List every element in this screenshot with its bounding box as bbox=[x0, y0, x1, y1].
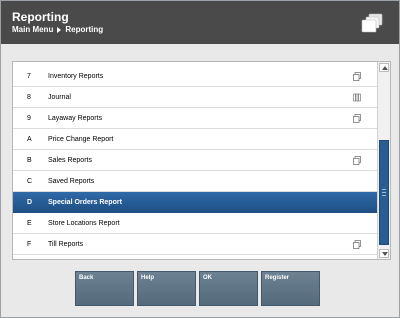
row-key: E bbox=[27, 219, 32, 227]
list-item-selected[interactable]: D Special Orders Report bbox=[13, 192, 377, 213]
scroll-up-button[interactable] bbox=[379, 63, 389, 72]
list-item[interactable]: C Saved Reports bbox=[13, 171, 377, 192]
list-item[interactable]: F Till Reports bbox=[13, 234, 377, 255]
grip-icon bbox=[382, 189, 386, 198]
report-rows: 7 Inventory Reports 8 Journal 9 Layaway … bbox=[13, 66, 377, 255]
folder-icon bbox=[353, 156, 361, 165]
folder-icon bbox=[353, 240, 361, 249]
register-button[interactable]: Register bbox=[261, 271, 320, 306]
list-item[interactable]: B Sales Reports bbox=[13, 150, 377, 171]
list-item[interactable]: 7 Inventory Reports bbox=[13, 66, 377, 87]
row-key: C bbox=[27, 177, 33, 185]
row-label: Saved Reports bbox=[48, 177, 95, 185]
list-item[interactable]: 9 Layaway Reports bbox=[13, 108, 377, 129]
row-label: Inventory Reports bbox=[48, 72, 104, 80]
row-label: Sales Reports bbox=[48, 156, 92, 164]
row-label: Till Reports bbox=[48, 240, 84, 248]
scrollbar-thumb[interactable] bbox=[379, 140, 389, 245]
page-title: Reporting bbox=[12, 10, 69, 24]
folders-icon bbox=[361, 13, 383, 33]
row-label: Store Locations Report bbox=[48, 219, 120, 227]
row-key: D bbox=[27, 198, 33, 206]
row-key: 9 bbox=[27, 114, 31, 122]
breadcrumb-reporting: Reporting bbox=[65, 25, 104, 34]
chevron-right-icon bbox=[57, 27, 62, 33]
row-key: 8 bbox=[27, 93, 31, 101]
header-bar: Reporting Main Menu Reporting bbox=[1, 1, 399, 44]
help-button[interactable]: Help bbox=[137, 271, 196, 306]
report-list: 7 Inventory Reports 8 Journal 9 Layaway … bbox=[12, 61, 391, 260]
row-label: Layaway Reports bbox=[48, 114, 103, 122]
row-label: Journal bbox=[48, 93, 71, 101]
list-item[interactable]: E Store Locations Report bbox=[13, 213, 377, 234]
list-item[interactable]: 8 Journal bbox=[13, 87, 377, 108]
back-button[interactable]: Back bbox=[75, 271, 134, 306]
row-key: 7 bbox=[27, 72, 31, 80]
breadcrumb-main-menu[interactable]: Main Menu bbox=[12, 25, 53, 35]
list-item[interactable]: A Price Change Report bbox=[13, 129, 377, 150]
breadcrumb: Main Menu Reporting bbox=[12, 25, 103, 35]
row-key: B bbox=[27, 156, 32, 164]
folder-icon bbox=[353, 72, 361, 81]
journal-icon bbox=[353, 93, 361, 102]
vertical-scrollbar[interactable] bbox=[377, 62, 390, 259]
row-key: F bbox=[27, 240, 32, 248]
ok-button[interactable]: OK bbox=[199, 271, 258, 306]
row-label: Special Orders Report bbox=[48, 198, 122, 206]
row-key: A bbox=[27, 135, 32, 143]
app-window: Reporting Main Menu Reporting 7 Inventor… bbox=[0, 0, 400, 318]
button-bar: Back Help OK Register bbox=[75, 271, 320, 306]
folder-icon bbox=[353, 114, 361, 123]
scroll-down-button[interactable] bbox=[379, 249, 389, 258]
row-label: Price Change Report bbox=[48, 135, 114, 143]
